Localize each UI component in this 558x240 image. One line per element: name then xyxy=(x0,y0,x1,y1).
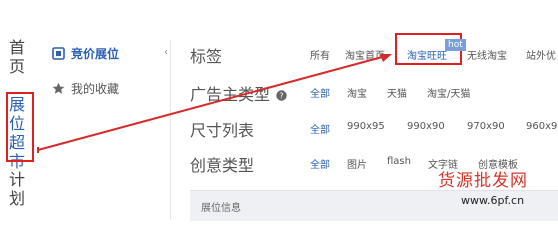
watermark-text: 货源批发网 xyxy=(438,171,528,191)
watermark-url: www.6pf.cn xyxy=(461,194,525,207)
